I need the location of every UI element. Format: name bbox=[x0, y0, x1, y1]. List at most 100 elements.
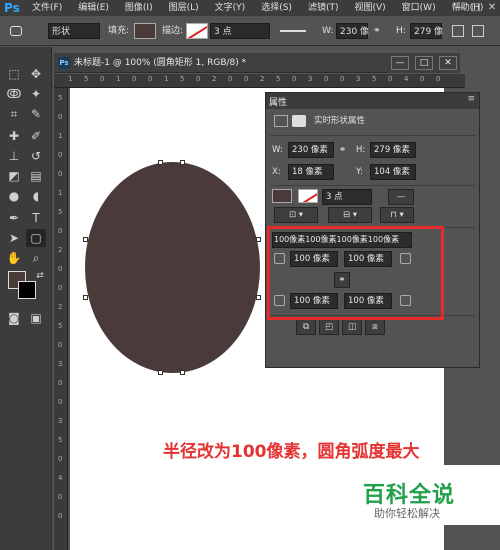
anchor-point[interactable] bbox=[83, 237, 88, 242]
prop-x-field[interactable]: 18 像素 bbox=[288, 164, 334, 180]
ruler-mark: 2 bbox=[58, 246, 63, 254]
menu-item[interactable]: 文字(Y) bbox=[207, 0, 254, 16]
properties-tab[interactable]: 属性 bbox=[269, 95, 287, 108]
lasso-icon[interactable]: ↂ bbox=[4, 85, 24, 103]
anchor-point[interactable] bbox=[158, 370, 163, 375]
h-field[interactable]: 279 像 bbox=[410, 23, 443, 39]
zoom-icon[interactable]: ⌕ bbox=[26, 249, 46, 267]
healing-brush-icon[interactable]: ✚ bbox=[4, 127, 24, 145]
horizontal-ruler: 1 5 0 1 0 0 1 5 0 2 0 0 2 5 0 3 0 0 3 5 0 4 0 0 bbox=[54, 74, 465, 88]
path-select-icon[interactable]: ➤ bbox=[4, 229, 24, 247]
doc-close-button[interactable]: ✕ bbox=[439, 56, 457, 70]
tool-preset-picker[interactable] bbox=[8, 23, 30, 39]
menu-item[interactable]: 图层(L) bbox=[161, 0, 207, 16]
document-tab[interactable]: Ps 未标题-1 @ 100% (圆角矩形 1, RGB/8) * bbox=[54, 53, 444, 73]
divider bbox=[270, 185, 475, 186]
document-title: 未标题-1 @ 100% (圆角矩形 1, RGB/8) * bbox=[74, 58, 247, 68]
link-icon[interactable]: ⚭ bbox=[373, 23, 381, 39]
stroke-align-dropdown[interactable]: ⊡ ▾ bbox=[274, 207, 318, 223]
marquee-icon[interactable]: ⬚ bbox=[4, 65, 24, 83]
stroke-corners-dropdown[interactable]: ⊓ ▾ bbox=[380, 207, 414, 223]
blur-icon[interactable]: ● bbox=[4, 187, 24, 205]
fill-swatch[interactable] bbox=[134, 23, 156, 39]
ruler-mark: 0 bbox=[100, 75, 105, 83]
ruler-mark: 0 bbox=[436, 75, 441, 83]
anchor-point[interactable] bbox=[180, 370, 185, 375]
path-ops-icon[interactable] bbox=[452, 25, 464, 37]
pen-icon[interactable]: ✒ bbox=[4, 209, 24, 227]
ruler-mark: 0 bbox=[292, 75, 297, 83]
crop-icon[interactable]: ⌗ bbox=[4, 105, 24, 123]
prop-h-field[interactable]: 279 像素 bbox=[370, 142, 416, 158]
properties-title: 实时形状属性 bbox=[314, 116, 366, 126]
panel-menu-icon[interactable]: ≡ bbox=[467, 94, 475, 104]
ruler-mark: 1 bbox=[116, 75, 121, 83]
eyedropper-icon[interactable]: ✎ bbox=[26, 105, 46, 123]
prop-fill-swatch[interactable] bbox=[272, 189, 292, 203]
rounded-rectangle-shape[interactable] bbox=[85, 162, 260, 373]
gradient-icon[interactable]: ▤ bbox=[26, 167, 46, 185]
anchor-point[interactable] bbox=[83, 295, 88, 300]
menu-item[interactable]: 文件(F) bbox=[28, 0, 70, 16]
link-dimensions-icon[interactable]: ⚭ bbox=[339, 143, 346, 159]
align-icon[interactable] bbox=[472, 25, 484, 37]
minimize-button[interactable]: — bbox=[452, 0, 468, 16]
menu-item[interactable]: 选择(S) bbox=[253, 0, 300, 16]
ruler-mark: 0 bbox=[228, 75, 233, 83]
type-icon[interactable]: T bbox=[26, 209, 46, 227]
stroke-caps-dropdown[interactable]: ⊟ ▾ bbox=[328, 207, 372, 223]
stroke-style-dropdown[interactable] bbox=[276, 23, 316, 39]
anchor-point[interactable] bbox=[256, 295, 261, 300]
combine-shapes-icon[interactable]: ⧉ bbox=[296, 319, 316, 335]
ruler-mark: 0 bbox=[58, 265, 63, 273]
prop-w-field[interactable]: 230 像素 bbox=[288, 142, 334, 158]
doc-minimize-button[interactable]: — bbox=[391, 56, 409, 70]
anchor-point[interactable] bbox=[158, 160, 163, 165]
ruler-mark: 5 bbox=[58, 208, 63, 216]
mode-select[interactable]: 形状 bbox=[48, 23, 100, 39]
screen-mode-icon[interactable]: ▣ bbox=[26, 309, 46, 327]
magic-wand-icon[interactable]: ✦ bbox=[26, 85, 46, 103]
subtract-shape-icon[interactable]: ◰ bbox=[319, 319, 339, 335]
window-controls: — □ ✕ bbox=[452, 0, 500, 16]
menu-bar: Ps 文件(F) 编辑(E) 图像(I) 图层(L) 文字(Y) 选择(S) 滤镜(T) 视图… bbox=[0, 0, 500, 16]
intersect-shape-icon[interactable]: ◫ bbox=[342, 319, 362, 335]
ruler-mark: 0 bbox=[58, 512, 63, 520]
menu-item[interactable]: 图像(I) bbox=[117, 0, 161, 16]
stroke-width-field[interactable]: 3 点 bbox=[210, 23, 270, 39]
w-field[interactable]: 230 像 bbox=[336, 23, 369, 39]
rounded-rect-tool-icon[interactable]: ▢ bbox=[26, 229, 46, 247]
brush-icon[interactable]: ✐ bbox=[26, 127, 46, 145]
stamp-icon[interactable]: ⊥ bbox=[4, 147, 24, 165]
dodge-icon[interactable]: ◖ bbox=[26, 187, 46, 205]
ruler-mark: 5 bbox=[276, 75, 281, 83]
history-brush-icon[interactable]: ↺ bbox=[26, 147, 46, 165]
menu-item[interactable]: 编辑(E) bbox=[70, 0, 117, 16]
hand-icon[interactable]: ✋ bbox=[4, 249, 24, 267]
anchor-point[interactable] bbox=[180, 160, 185, 165]
menu-item[interactable]: 视图(V) bbox=[346, 0, 393, 16]
shape-properties-icon[interactable] bbox=[274, 115, 288, 127]
rounded-rect-icon bbox=[10, 26, 22, 36]
quick-mask-icon[interactable]: ◙ bbox=[4, 309, 24, 327]
swap-colors-icon[interactable]: ⇄ bbox=[30, 267, 50, 285]
prop-stroke-style-dropdown[interactable]: — bbox=[388, 189, 414, 205]
doc-maximize-button[interactable]: □ bbox=[415, 56, 433, 70]
prop-stroke-swatch[interactable] bbox=[298, 189, 318, 203]
prop-y-field[interactable]: 104 像素 bbox=[370, 164, 416, 180]
properties-header: 属性 ≡ bbox=[266, 93, 479, 109]
mask-properties-icon[interactable] bbox=[292, 115, 306, 127]
ruler-mark: 5 bbox=[58, 436, 63, 444]
vertical-ruler: 5 0 1 0 0 1 5 0 2 0 0 2 5 0 3 0 0 3 5 0 4 0 0 bbox=[54, 88, 68, 550]
maximize-button[interactable]: □ bbox=[468, 0, 484, 16]
menu-item[interactable]: 窗口(W) bbox=[394, 0, 444, 16]
menu-item[interactable]: 滤镜(T) bbox=[300, 0, 347, 16]
close-button[interactable]: ✕ bbox=[484, 0, 500, 16]
eraser-icon[interactable]: ◩ bbox=[4, 167, 24, 185]
move-icon[interactable]: ✥ bbox=[26, 65, 46, 83]
exclude-shape-icon[interactable]: ⧈ bbox=[365, 319, 385, 335]
prop-stroke-width-field[interactable]: 3 点 bbox=[322, 189, 372, 205]
ruler-mark: 3 bbox=[308, 75, 313, 83]
stroke-swatch[interactable] bbox=[186, 23, 208, 39]
anchor-point[interactable] bbox=[256, 237, 261, 242]
